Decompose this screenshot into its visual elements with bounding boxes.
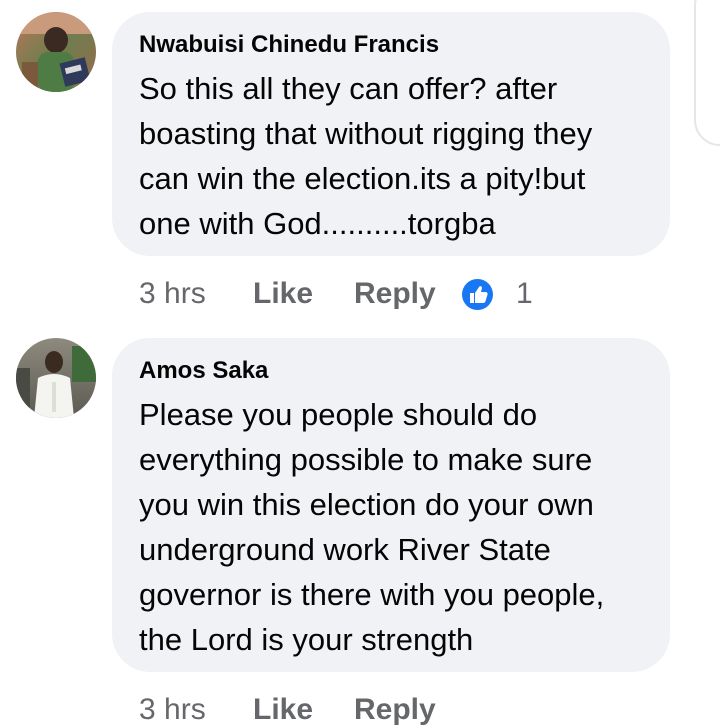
avatar[interactable] <box>16 338 96 418</box>
comment-actions: 3 hrs Like Reply <box>139 690 459 725</box>
comment-author[interactable]: Nwabuisi Chinedu Francis <box>139 30 644 60</box>
comment-author[interactable]: Amos Saka <box>139 356 644 386</box>
comment-text: Please you people should do everything p… <box>139 397 605 657</box>
reply-button[interactable]: Reply <box>354 274 436 314</box>
like-button[interactable]: Like <box>253 274 313 314</box>
comments-screen: Nwabuisi Chinedu Francis So this all the… <box>0 0 720 725</box>
thumbs-up-icon[interactable] <box>462 279 493 310</box>
reply-button[interactable]: Reply <box>354 690 436 725</box>
comment-text: So this all they can offer? after boasti… <box>139 71 593 241</box>
comment-actions: 3 hrs Like Reply 1 <box>139 274 559 314</box>
comment-timestamp[interactable]: 3 hrs <box>139 690 206 725</box>
avatar[interactable] <box>16 12 96 92</box>
like-button[interactable]: Like <box>253 690 313 725</box>
profile-photo-icon <box>16 338 96 418</box>
side-panel-edge <box>694 0 720 146</box>
profile-photo-icon <box>16 12 96 92</box>
comment-timestamp[interactable]: 3 hrs <box>139 274 206 314</box>
reaction-count[interactable]: 1 <box>516 274 533 314</box>
comment-bubble: Amos Saka Please you people should do ev… <box>112 338 670 672</box>
comment-bubble: Nwabuisi Chinedu Francis So this all the… <box>112 12 670 256</box>
